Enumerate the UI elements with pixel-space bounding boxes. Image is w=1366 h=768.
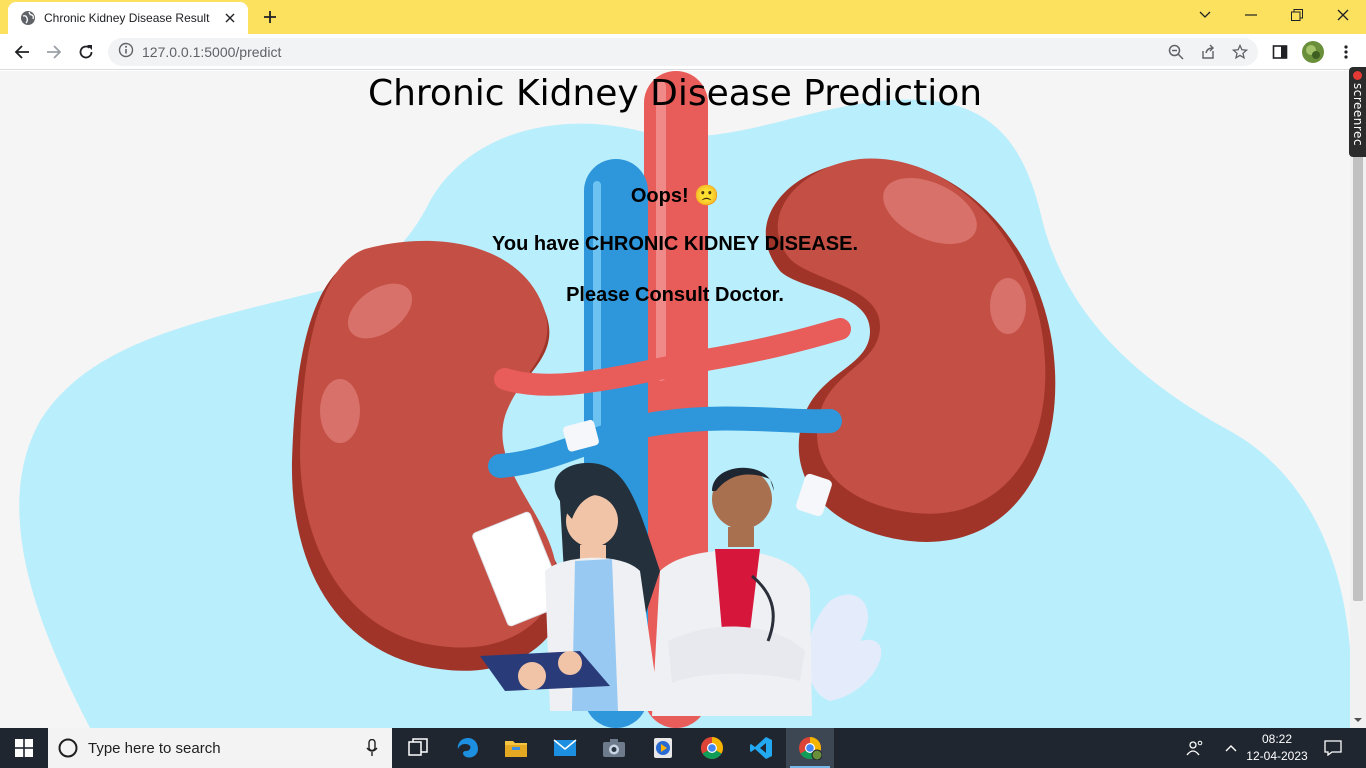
search-placeholder: Type here to search <box>88 739 221 757</box>
browser-tab[interactable]: Chronic Kidney Disease Result <box>8 2 248 34</box>
record-dot-icon <box>1353 71 1362 80</box>
new-tab-button[interactable] <box>258 6 282 28</box>
task-view-button[interactable] <box>394 728 442 768</box>
mail-icon <box>553 739 577 756</box>
folder-icon <box>505 741 527 757</box>
forward-button[interactable] <box>40 38 68 66</box>
chrome-icon <box>701 737 723 759</box>
chevron-up-icon <box>1225 745 1237 752</box>
people-tray-button[interactable] <box>1182 728 1208 768</box>
taskbar-camera[interactable] <box>590 728 638 768</box>
taskbar-file-explorer[interactable] <box>492 728 540 768</box>
taskbar-edge[interactable] <box>444 728 492 768</box>
side-panel-icon[interactable] <box>1270 42 1290 62</box>
vscode-icon <box>750 737 772 759</box>
taskbar-mail[interactable] <box>541 728 589 768</box>
page-title: Chronic Kidney Disease Prediction <box>367 73 983 114</box>
screenrec-label: screenrec <box>1351 83 1365 147</box>
media-player-icon <box>654 738 672 758</box>
taskbar-vscode[interactable] <box>737 728 785 768</box>
result-diagnosis: You have CHRONIC KIDNEY DISEASE. <box>492 233 858 255</box>
notification-icon <box>1324 740 1342 756</box>
taskbar-media-player[interactable] <box>639 728 687 768</box>
search-circle-icon <box>58 738 78 758</box>
info-icon[interactable] <box>118 42 134 63</box>
edge-icon <box>457 738 478 758</box>
notification-center-button[interactable] <box>1320 728 1346 768</box>
kidney-illustration <box>19 71 1350 728</box>
page-viewport: Chronic Kidney Disease Prediction Oops! … <box>0 71 1350 728</box>
chrome-profile-icon <box>799 737 822 760</box>
browser-toolbar: 127.0.0.1:5000/predict <box>0 34 1366 70</box>
taskbar-chrome[interactable] <box>688 728 736 768</box>
scrollbar-thumb[interactable] <box>1353 85 1363 601</box>
clock-time: 08:22 <box>1261 732 1293 746</box>
tab-title: Chronic Kidney Disease Result <box>44 11 210 25</box>
result-oops: Oops! 🙁 <box>630 185 720 207</box>
close-tab-icon[interactable] <box>222 10 238 26</box>
browser-titlebar: Chronic Kidney Disease Result <box>0 0 1366 34</box>
back-button[interactable] <box>8 38 36 66</box>
bookmark-star-icon[interactable] <box>1232 44 1248 60</box>
windows-taskbar: Type here to search 08:22 12-04-2023 <box>0 728 1366 768</box>
taskbar-chrome-active[interactable] <box>786 728 834 768</box>
result-advice: Please Consult Doctor. <box>566 284 784 306</box>
share-icon[interactable] <box>1200 44 1216 60</box>
camera-icon <box>603 739 625 757</box>
url-text: 127.0.0.1:5000/predict <box>142 44 282 60</box>
clock-date: 12-04-2023 <box>1246 749 1308 763</box>
minimize-button[interactable] <box>1228 0 1274 30</box>
scroll-down-arrow-icon[interactable] <box>1354 716 1362 724</box>
restore-button[interactable] <box>1274 0 1320 30</box>
people-icon <box>1186 740 1203 756</box>
screenrec-widget[interactable]: screenrec <box>1349 67 1366 157</box>
profile-avatar[interactable] <box>1302 41 1324 63</box>
tab-search-button[interactable] <box>1182 0 1228 30</box>
taskbar-search-box[interactable]: Type here to search <box>48 728 392 768</box>
task-view-icon <box>408 738 428 756</box>
zoom-icon[interactable] <box>1168 44 1184 60</box>
taskbar-clock[interactable]: 08:22 12-04-2023 <box>1240 731 1314 765</box>
page-scrollbar[interactable] <box>1350 71 1366 728</box>
start-button[interactable] <box>0 728 48 768</box>
reload-button[interactable] <box>72 38 100 66</box>
microphone-icon[interactable] <box>366 739 378 757</box>
globe-icon <box>20 10 36 26</box>
close-window-button[interactable] <box>1320 0 1366 30</box>
address-bar[interactable]: 127.0.0.1:5000/predict <box>108 38 1258 66</box>
chrome-menu-icon[interactable] <box>1336 42 1356 62</box>
windows-logo-icon <box>15 739 33 757</box>
